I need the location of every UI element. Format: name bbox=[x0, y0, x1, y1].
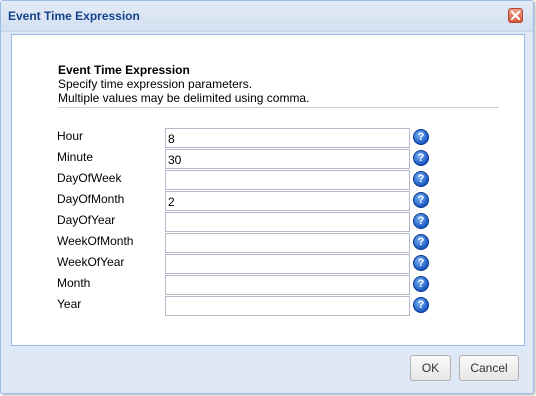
help-icon[interactable]: ? bbox=[413, 276, 429, 292]
month-label: Month bbox=[57, 276, 91, 290]
close-icon[interactable] bbox=[508, 8, 523, 23]
minute-input[interactable]: 30 bbox=[165, 149, 410, 169]
help-icon[interactable]: ? bbox=[413, 213, 429, 229]
description-line-1: Specify time expression parameters. bbox=[58, 77, 253, 91]
help-icon[interactable]: ? bbox=[413, 234, 429, 250]
dialog-titlebar[interactable]: Event Time Expression bbox=[1, 1, 533, 32]
help-icon[interactable]: ? bbox=[413, 192, 429, 208]
description-line-2: Multiple values may be delimited using c… bbox=[58, 91, 310, 105]
weekofmonth-label: WeekOfMonth bbox=[57, 234, 134, 248]
separator bbox=[58, 107, 499, 108]
year-label: Year bbox=[57, 297, 82, 311]
field-row-weekofmonth: WeekOfMonth ? bbox=[12, 233, 532, 253]
description-block: Event Time Expression Specify time expre… bbox=[58, 63, 309, 105]
help-icon[interactable]: ? bbox=[413, 171, 429, 187]
dialog-title: Event Time Expression bbox=[8, 9, 140, 23]
field-row-weekofyear: WeekOfYear ? bbox=[12, 254, 532, 274]
dialog-footer: OK Cancel bbox=[1, 347, 533, 393]
dialog-body: Event Time Expression Specify time expre… bbox=[11, 34, 525, 346]
field-row-year: Year ? bbox=[12, 296, 532, 316]
dayofweek-input[interactable] bbox=[165, 170, 410, 190]
ok-button[interactable]: OK bbox=[410, 355, 451, 381]
dayofmonth-label: DayOfMonth bbox=[57, 192, 125, 206]
dayofmonth-input[interactable]: 2 bbox=[165, 191, 410, 211]
month-input[interactable] bbox=[165, 275, 410, 295]
dayofyear-label: DayOfYear bbox=[57, 213, 116, 227]
help-icon[interactable]: ? bbox=[413, 297, 429, 313]
dayofweek-label: DayOfWeek bbox=[57, 171, 122, 185]
field-row-hour: Hour 8 ? bbox=[12, 128, 532, 148]
cancel-button[interactable]: Cancel bbox=[459, 355, 519, 381]
weekofyear-input[interactable] bbox=[165, 254, 410, 274]
year-input[interactable] bbox=[165, 296, 410, 316]
field-row-dayofmonth: DayOfMonth 2 ? bbox=[12, 191, 532, 211]
event-time-expression-dialog: Event Time Expression Event Time Express… bbox=[0, 0, 534, 394]
hour-input[interactable]: 8 bbox=[165, 128, 410, 148]
hour-label: Hour bbox=[57, 129, 84, 143]
description-header: Event Time Expression bbox=[58, 63, 190, 77]
weekofmonth-input[interactable] bbox=[165, 233, 410, 253]
field-row-month: Month ? bbox=[12, 275, 532, 295]
help-icon[interactable]: ? bbox=[413, 255, 429, 271]
field-row-minute: Minute 30 ? bbox=[12, 149, 532, 169]
help-icon[interactable]: ? bbox=[413, 150, 429, 166]
weekofyear-label: WeekOfYear bbox=[57, 255, 125, 269]
field-row-dayofweek: DayOfWeek ? bbox=[12, 170, 532, 190]
minute-label: Minute bbox=[57, 150, 94, 164]
help-icon[interactable]: ? bbox=[413, 129, 429, 145]
field-row-dayofyear: DayOfYear ? bbox=[12, 212, 532, 232]
dayofyear-input[interactable] bbox=[165, 212, 410, 232]
